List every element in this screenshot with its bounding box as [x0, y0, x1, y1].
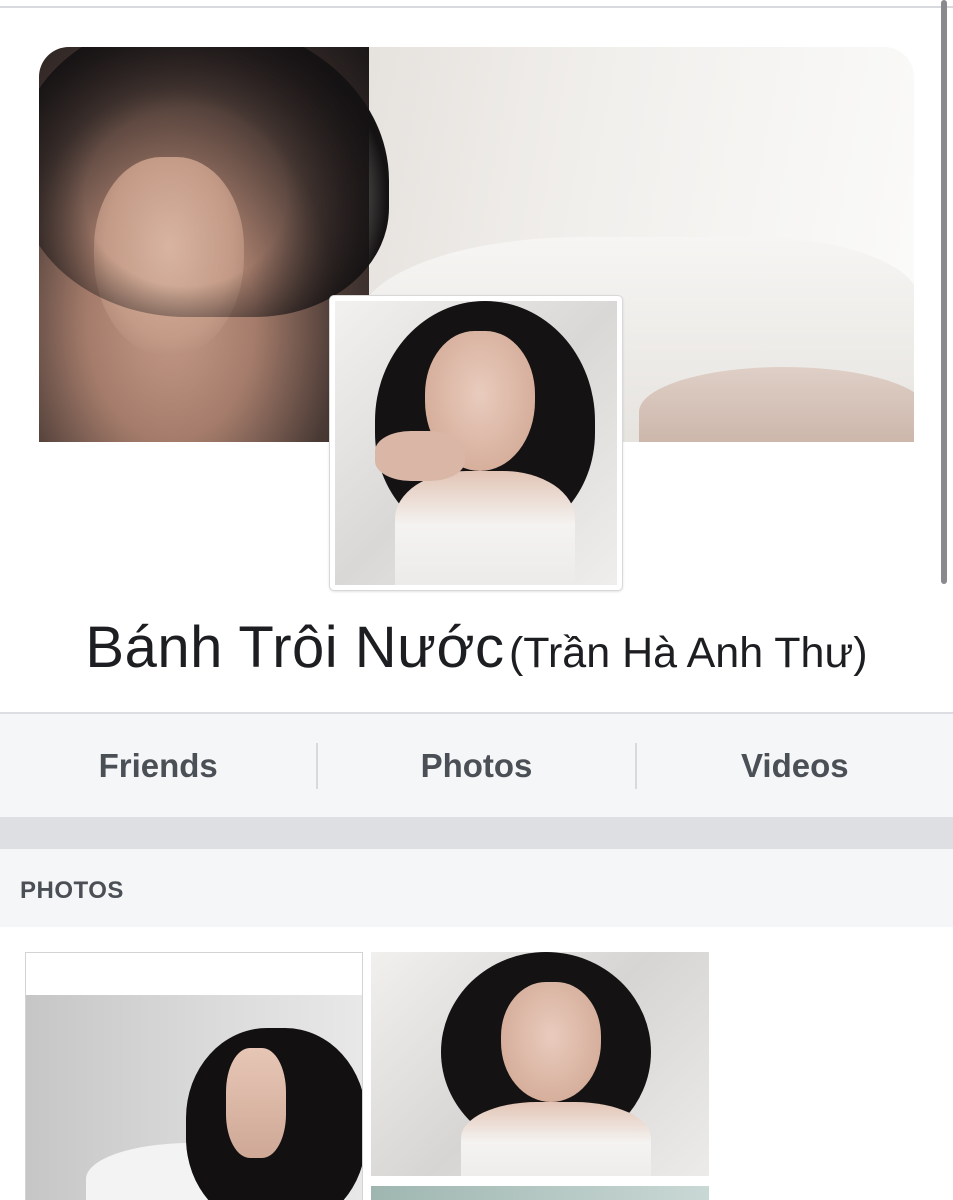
section-separator [0, 817, 953, 849]
profile-hand [375, 431, 465, 481]
thumbnail-face [501, 982, 601, 1102]
photos-grid [0, 927, 953, 1200]
profile-picture[interactable] [330, 296, 622, 590]
thumbnail-hand [226, 1048, 286, 1158]
profile-picture-image [335, 301, 617, 585]
photo-thumbnail[interactable] [371, 1186, 709, 1200]
profile-page: Bánh Trôi Nước (Trần Hà Anh Thư) Friends… [0, 0, 953, 1200]
photo-thumbnail[interactable] [371, 952, 709, 1176]
tab-videos[interactable]: Videos [637, 747, 953, 785]
tab-photos[interactable]: Photos [318, 747, 634, 785]
top-divider [0, 6, 953, 8]
thumbnail-body [461, 1102, 651, 1176]
profile-tabs: Friends Photos Videos [0, 712, 953, 819]
photos-section-header: PHOTOS [0, 849, 953, 927]
scrollbar[interactable] [941, 0, 947, 584]
photos-section-title: PHOTOS [20, 877, 124, 904]
profile-body [395, 471, 575, 585]
cover-person [39, 47, 389, 442]
profile-display-name: Bánh Trôi Nước [85, 615, 505, 680]
profile-name: Bánh Trôi Nước (Trần Hà Anh Thư) [0, 614, 953, 681]
tab-friends[interactable]: Friends [0, 747, 316, 785]
profile-alternate-name: (Trần Hà Anh Thư) [508, 629, 868, 677]
photo-thumbnail[interactable] [25, 952, 363, 1200]
cover-hair [39, 47, 389, 317]
